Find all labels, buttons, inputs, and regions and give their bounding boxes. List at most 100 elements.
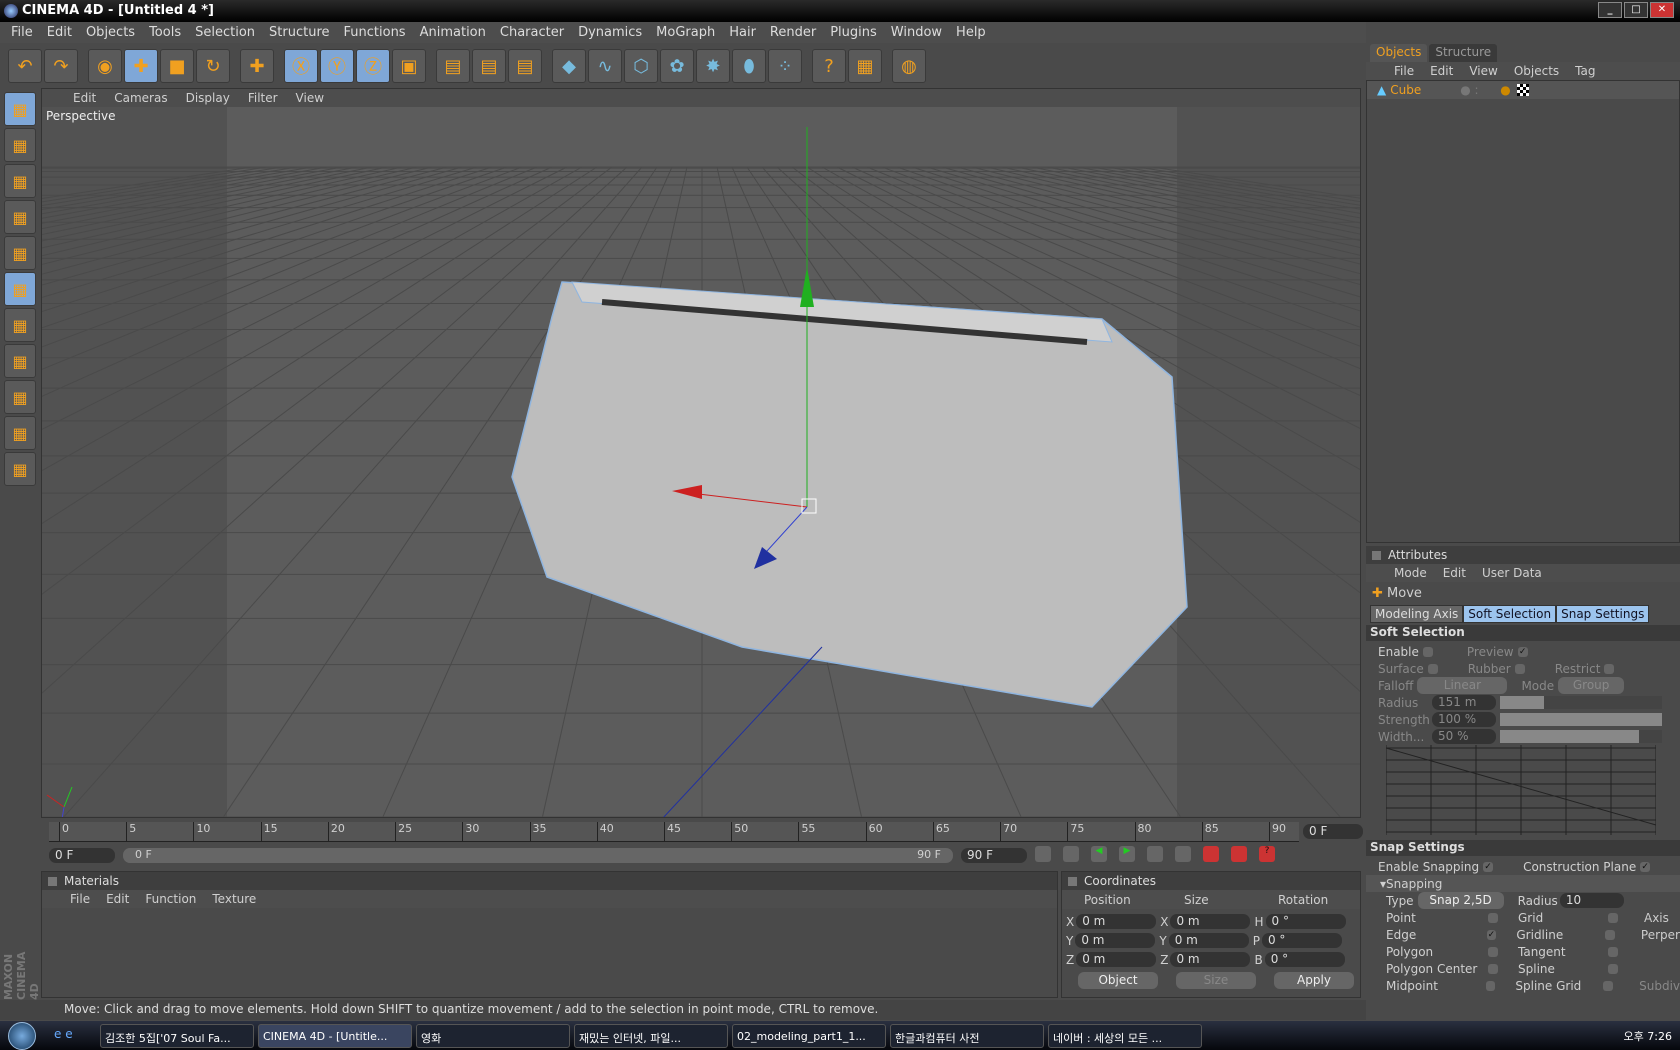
objects-menu-objects[interactable]: Objects bbox=[1506, 62, 1567, 80]
end-frame-field[interactable]: 90 F bbox=[961, 848, 1027, 863]
current-frame-field[interactable]: 0 F bbox=[1303, 824, 1363, 839]
menu-character[interactable]: Character bbox=[493, 22, 571, 43]
deformer-icon[interactable]: ✸ bbox=[696, 49, 730, 83]
object-mode-icon[interactable]: ▦ bbox=[4, 128, 36, 162]
play-backward-icon[interactable]: ◀ bbox=[1091, 846, 1107, 862]
timeline-ruler[interactable]: 0 5 10 15 20 25 30 35 40 45 50 55 60 65 70 75 80 85 90 bbox=[49, 822, 1299, 842]
scene-icon[interactable]: ⬮ bbox=[732, 49, 766, 83]
autokey-icon[interactable] bbox=[1231, 846, 1247, 862]
minimize-button[interactable]: _ bbox=[1598, 2, 1622, 18]
snap-edge-checkbox[interactable]: ✓ bbox=[1486, 929, 1497, 940]
enable-checkbox[interactable] bbox=[1422, 646, 1433, 657]
attributes-menu-mode[interactable]: Mode bbox=[1386, 564, 1435, 582]
tab-soft-selection[interactable]: Soft Selection bbox=[1463, 605, 1557, 623]
render-settings-icon[interactable]: ▤ bbox=[508, 49, 542, 83]
coordinate-mode-dropdown[interactable]: Object bbox=[1078, 972, 1158, 989]
particle-icon[interactable]: ⁘ bbox=[768, 49, 802, 83]
viewport-menu-display[interactable]: Display bbox=[177, 89, 239, 107]
attributes-menu-edit[interactable]: Edit bbox=[1435, 564, 1474, 582]
objects-menu-file[interactable]: File bbox=[1386, 62, 1422, 80]
objects-menu-view[interactable]: View bbox=[1461, 62, 1505, 80]
taskbar-item[interactable]: 김조한 5집['07 Soul Fa... bbox=[100, 1023, 254, 1048]
snap-polygon-center-checkbox[interactable] bbox=[1488, 963, 1498, 974]
materials-menu-edit[interactable]: Edit bbox=[98, 890, 137, 908]
materials-menu-function[interactable]: Function bbox=[137, 890, 204, 908]
scene-view[interactable] bbox=[42, 107, 1361, 818]
visibility-dots-icon[interactable]: ● : bbox=[1460, 83, 1500, 97]
falloff-dropdown[interactable]: Linear bbox=[1417, 677, 1508, 694]
menu-selection[interactable]: Selection bbox=[188, 22, 262, 43]
viewport-menu-edit[interactable]: Edit bbox=[64, 89, 105, 107]
size-x-field[interactable]: 0 m bbox=[1170, 914, 1251, 929]
radius-field[interactable]: 151 m bbox=[1432, 695, 1496, 710]
menu-plugins[interactable]: Plugins bbox=[823, 22, 884, 43]
snap-midpoint-checkbox[interactable] bbox=[1485, 980, 1496, 991]
y-axis-icon[interactable]: Ⓨ bbox=[320, 49, 354, 83]
menu-tools[interactable]: Tools bbox=[142, 22, 188, 43]
help-icon[interactable]: ? bbox=[812, 49, 846, 83]
menu-file[interactable]: File bbox=[4, 22, 40, 43]
texture-tag-icon[interactable] bbox=[1516, 84, 1529, 96]
objects-menu-tag[interactable]: Tag bbox=[1567, 62, 1603, 80]
cube-primitive-icon[interactable]: ◆ bbox=[552, 49, 586, 83]
record-icon[interactable] bbox=[1203, 846, 1219, 862]
surface-checkbox[interactable] bbox=[1427, 663, 1438, 674]
object-row-cube[interactable]: ▲ Cube ● : ● bbox=[1367, 81, 1679, 99]
tweak-mode-icon[interactable]: ▦ bbox=[4, 344, 36, 378]
browser-icon[interactable]: ◍ bbox=[892, 49, 926, 83]
object-name[interactable]: Cube bbox=[1390, 83, 1460, 97]
strength-slider[interactable] bbox=[1500, 713, 1662, 726]
add-icon[interactable]: ✚ bbox=[240, 49, 274, 83]
redo-icon[interactable]: ↷ bbox=[44, 49, 78, 83]
menu-dynamics[interactable]: Dynamics bbox=[571, 22, 649, 43]
snap-grid-checkbox[interactable] bbox=[1608, 912, 1618, 923]
points-mode-icon[interactable]: ▦ bbox=[4, 164, 36, 198]
render-picture-viewer-icon[interactable]: ▤ bbox=[472, 49, 506, 83]
move-icon[interactable]: ✚ bbox=[124, 49, 158, 83]
model-mode-icon[interactable]: ▦ bbox=[4, 92, 36, 126]
taskbar-item[interactable]: 재밌는 인터넷, 파일... bbox=[574, 1023, 728, 1048]
radius-slider[interactable] bbox=[1500, 696, 1662, 709]
snap-spline-checkbox[interactable] bbox=[1608, 963, 1618, 974]
nurbs-icon[interactable]: ⬡ bbox=[624, 49, 658, 83]
tab-snap-settings[interactable]: Snap Settings bbox=[1556, 605, 1650, 623]
tab-modeling-axis[interactable]: Modeling Axis bbox=[1370, 605, 1464, 623]
materials-menu-file[interactable]: File bbox=[62, 890, 98, 908]
snap-tangent-checkbox[interactable] bbox=[1608, 946, 1618, 957]
start-frame-field[interactable]: 0 F bbox=[49, 848, 115, 863]
timeline-icon[interactable]: ▦ bbox=[848, 49, 882, 83]
maximize-button[interactable]: □ bbox=[1624, 2, 1648, 18]
rotation-p-field[interactable]: 0 ° bbox=[1261, 933, 1342, 948]
menu-mograph[interactable]: MoGraph bbox=[649, 22, 722, 43]
start-button[interactable] bbox=[8, 1022, 36, 1050]
keyframe-help-icon[interactable]: ? bbox=[1259, 846, 1275, 862]
menu-window[interactable]: Window bbox=[884, 22, 949, 43]
viewport-menu-cameras[interactable]: Cameras bbox=[105, 89, 176, 107]
clock[interactable]: 오후 7:26 bbox=[1624, 1030, 1672, 1043]
snap-point-checkbox[interactable] bbox=[1488, 912, 1498, 923]
range-slider[interactable]: 0 F 90 F bbox=[123, 848, 953, 863]
rubber-checkbox[interactable] bbox=[1514, 663, 1525, 674]
position-x-field[interactable]: 0 m bbox=[1076, 914, 1157, 929]
spline-icon[interactable]: ∿ bbox=[588, 49, 622, 83]
menu-edit[interactable]: Edit bbox=[40, 22, 79, 43]
snap-radius-field[interactable]: 10 bbox=[1559, 893, 1624, 908]
render-view-icon[interactable]: ▤ bbox=[436, 49, 470, 83]
polygons-mode-icon[interactable]: ▦ bbox=[4, 236, 36, 270]
width-slider[interactable] bbox=[1500, 730, 1662, 743]
attributes-menu-user-data[interactable]: User Data bbox=[1474, 564, 1550, 582]
position-y-field[interactable]: 0 m bbox=[1075, 933, 1156, 948]
viewport[interactable]: Edit Cameras Display Filter View Perspective bbox=[41, 88, 1361, 818]
go-to-start-icon[interactable] bbox=[1035, 846, 1051, 862]
texture-mode-icon[interactable]: ▦ bbox=[4, 308, 36, 342]
menu-render[interactable]: Render bbox=[763, 22, 823, 43]
falloff-graph[interactable] bbox=[1385, 745, 1657, 835]
size-z-field[interactable]: 0 m bbox=[1170, 952, 1251, 967]
size-y-field[interactable]: 0 m bbox=[1168, 933, 1249, 948]
snap-gridline-checkbox[interactable] bbox=[1605, 929, 1615, 940]
snapping-group[interactable]: Snapping bbox=[1386, 877, 1442, 891]
viewport-menu-filter[interactable]: Filter bbox=[239, 89, 287, 107]
mode-dropdown[interactable]: Group bbox=[1558, 677, 1625, 694]
snap-spline-grid-checkbox[interactable] bbox=[1603, 980, 1614, 991]
taskbar-item[interactable]: 한글과컴퓨터 사전 bbox=[890, 1023, 1044, 1048]
